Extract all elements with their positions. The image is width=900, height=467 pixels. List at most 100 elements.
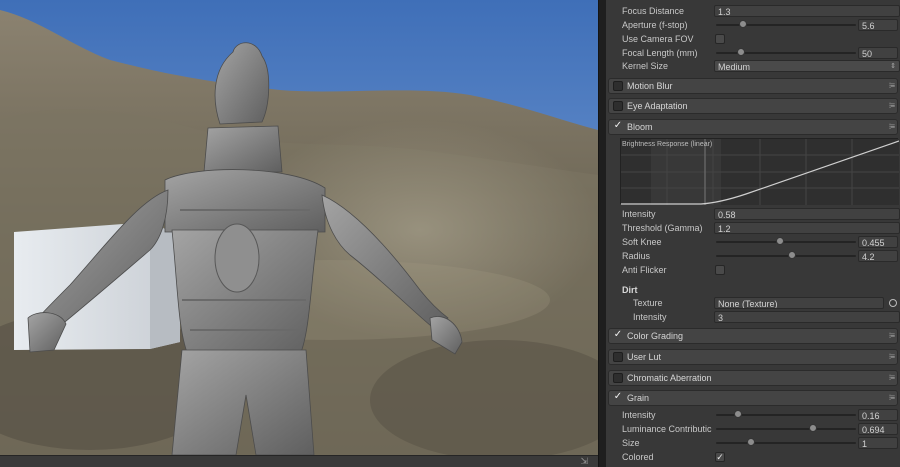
chromatic-aberration-title: Chromatic Aberration [627,373,712,383]
soft-knee-row: Soft Knee 0.455 [606,235,900,249]
kernel-size-label: Kernel Size [622,61,669,71]
soft-knee-slider[interactable] [716,237,856,245]
threshold-row: Threshold (Gamma) 1.2 [606,221,900,235]
focal-length-slider[interactable] [716,48,856,56]
luminance-label: Luminance Contributic [622,424,712,434]
motion-blur-title: Motion Blur [627,81,673,91]
anti-flicker-row: Anti Flicker [606,263,900,277]
colored-row: Colored ✓ [606,450,900,464]
eye-adaptation-header[interactable]: Eye Adaptation ⁝≡ [608,98,898,114]
anti-flicker-label: Anti Flicker [622,265,667,275]
soft-knee-slider-thumb[interactable] [775,237,784,245]
aperture-field[interactable]: 5.6 [858,19,898,31]
grain-size-slider[interactable] [716,438,856,446]
bloom-intensity-field[interactable]: 0.58 [714,208,900,220]
use-camera-fov-label: Use Camera FOV [622,34,694,44]
use-camera-fov-checkbox[interactable] [715,34,725,44]
radius-field[interactable]: 4.2 [858,250,898,262]
aperture-slider[interactable] [716,20,856,28]
section-menu-icon[interactable]: ⁝≡ [889,99,895,113]
grain-size-slider-thumb[interactable] [747,438,755,446]
focal-length-field[interactable]: 50 [858,47,898,59]
aperture-row: Aperture (f-stop) 5.6 [606,18,900,32]
threshold-label: Threshold (Gamma) [622,223,703,233]
eye-adaptation-toggle[interactable] [613,101,623,111]
grain-intensity-slider-thumb[interactable] [734,410,743,418]
focal-length-label: Focal Length (mm) [622,48,698,58]
aperture-slider-thumb[interactable] [738,20,747,28]
aperture-label: Aperture (f-stop) [622,20,688,30]
grain-size-label: Size [622,438,640,448]
scene-viewport[interactable]: ⇲ [0,0,598,467]
dirt-intensity-field[interactable]: 3 [714,311,900,323]
bloom-title: Bloom [627,122,653,132]
user-lut-toggle[interactable] [613,352,623,362]
dirt-texture-row: Texture None (Texture) [606,296,900,310]
chromatic-aberration-header[interactable]: Chromatic Aberration ⁝≡ [608,370,898,386]
soft-knee-field[interactable]: 0.455 [858,236,898,248]
dirt-heading: Dirt [622,285,638,295]
colored-checkbox[interactable]: ✓ [715,452,725,462]
anti-flicker-checkbox[interactable] [715,265,725,275]
section-menu-icon[interactable]: ⁝≡ [889,371,895,385]
user-lut-header[interactable]: User Lut ⁝≡ [608,349,898,365]
focus-distance-label: Focus Distance [622,6,685,16]
scene-render [0,0,598,467]
color-grading-toggle[interactable]: ✓ [613,330,623,341]
radius-slider[interactable] [716,251,856,259]
soft-knee-label: Soft Knee [622,237,662,247]
resize-grip-icon[interactable]: ⇲ [580,456,588,467]
kernel-size-dropdown[interactable]: Medium ⇕ [714,60,900,72]
color-grading-title: Color Grading [627,331,684,341]
user-lut-title: User Lut [627,352,662,362]
radius-slider-thumb[interactable] [787,251,796,259]
dirt-texture-label: Texture [633,298,663,308]
brightness-response-curve [621,139,899,205]
colored-label: Colored [622,452,654,462]
grain-intensity-row: Intensity 0.16 [606,408,900,422]
brightness-response-graph: Brightness Response (linear) [620,138,899,205]
motion-blur-header[interactable]: Motion Blur ⁝≡ [608,78,898,94]
motion-blur-toggle[interactable] [613,81,623,91]
section-menu-icon[interactable]: ⁝≡ [889,350,895,364]
grain-intensity-field[interactable]: 0.16 [858,409,898,421]
dropdown-arrows-icon: ⇕ [890,63,896,70]
bloom-toggle[interactable]: ✓ [613,121,623,132]
luminance-slider[interactable] [716,424,856,432]
focus-distance-field[interactable]: 1.3 [714,5,900,17]
object-picker-icon[interactable] [889,299,897,307]
use-camera-fov-row: Use Camera FOV [606,32,900,46]
radius-row: Radius 4.2 [606,249,900,263]
focus-distance-row: Focus Distance 1.3 [606,4,900,18]
dirt-texture-field[interactable]: None (Texture) [714,297,884,309]
section-menu-icon[interactable]: ⁝≡ [889,120,895,134]
luminance-field[interactable]: 0.694 [858,423,898,435]
bloom-header[interactable]: ✓ Bloom ⁝≡ [608,119,898,135]
dirt-intensity-label: Intensity [633,312,667,322]
focal-length-row: Focal Length (mm) 50 [606,46,900,60]
graph-title: Brightness Response (linear) [622,141,713,148]
grain-header[interactable]: ✓ Grain ⁝≡ [608,390,898,406]
luminance-slider-thumb[interactable] [809,424,818,432]
inspector-panel: Focus Distance 1.3 Aperture (f-stop) 5.6… [606,0,900,467]
threshold-field[interactable]: 1.2 [714,222,900,234]
grain-size-row: Size 1 [606,436,900,450]
section-menu-icon[interactable]: ⁝≡ [889,79,895,93]
grain-toggle[interactable]: ✓ [613,392,623,403]
eye-adaptation-title: Eye Adaptation [627,101,688,111]
section-menu-icon[interactable]: ⁝≡ [889,391,895,405]
chromatic-aberration-toggle[interactable] [613,373,623,383]
luminance-row: Luminance Contributic 0.694 [606,422,900,436]
kernel-size-value: Medium [718,62,751,72]
section-menu-icon[interactable]: ⁝≡ [889,329,895,343]
kernel-size-row: Kernel Size Medium ⇕ [606,59,900,73]
grain-size-field[interactable]: 1 [858,437,898,449]
color-grading-header[interactable]: ✓ Color Grading ⁝≡ [608,328,898,344]
focal-length-slider-thumb[interactable] [737,48,746,56]
grain-title: Grain [627,393,650,403]
scene-footer: ⇲ [0,455,598,467]
dirt-intensity-row: Intensity 3 [606,310,900,324]
bloom-intensity-row: Intensity 0.58 [606,207,900,221]
grain-intensity-slider[interactable] [716,410,856,418]
radius-label: Radius [622,251,651,261]
